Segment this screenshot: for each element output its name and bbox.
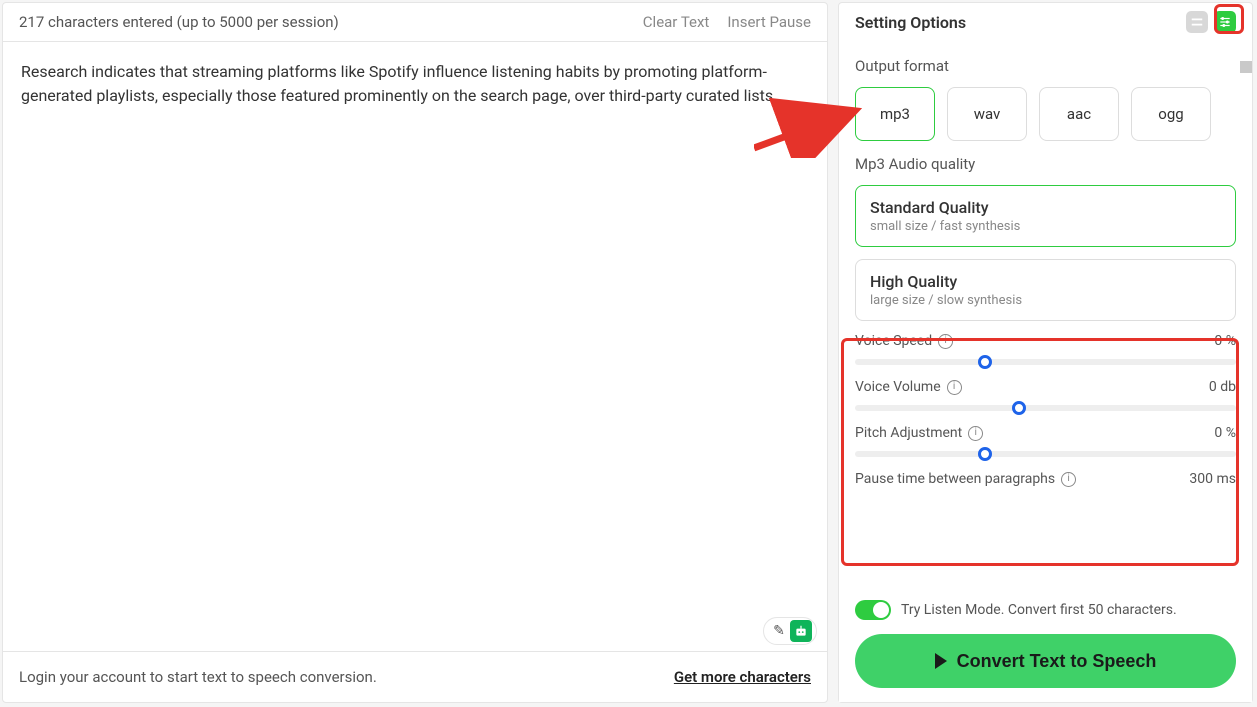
- left-header: 217 characters entered (up to 5000 per s…: [3, 3, 827, 42]
- quality-high-title: High Quality: [870, 272, 1221, 291]
- output-format-label: Output format: [855, 57, 1236, 75]
- convert-button-label: Convert Text to Speech: [957, 651, 1157, 672]
- format-mp3-button[interactable]: mp3: [855, 87, 935, 141]
- pen-icon[interactable]: ✎: [768, 620, 790, 642]
- format-wav-button[interactable]: wav: [947, 87, 1027, 141]
- login-prompt: Login your account to start text to spee…: [19, 668, 377, 686]
- left-footer: Login your account to start text to spee…: [3, 651, 827, 702]
- settings-header: Setting Options: [839, 3, 1252, 43]
- format-options: mp3 wav aac ogg: [855, 87, 1236, 141]
- annotation-highlight-sliders: [841, 338, 1239, 566]
- floating-toolbar: ✎: [763, 617, 817, 645]
- convert-button[interactable]: Convert Text to Speech: [855, 634, 1236, 688]
- format-ogg-button[interactable]: ogg: [1131, 87, 1211, 141]
- clear-text-button[interactable]: Clear Text: [643, 13, 710, 31]
- char-count-label: 217 characters entered (up to 5000 per s…: [19, 13, 339, 31]
- annotation-highlight-icon: [1214, 4, 1244, 34]
- quality-standard-option[interactable]: Standard Quality small size / fast synth…: [855, 185, 1236, 247]
- settings-grey-icon[interactable]: [1186, 11, 1208, 33]
- audio-quality-label: Mp3 Audio quality: [855, 155, 1236, 173]
- quality-standard-sub: small size / fast synthesis: [870, 219, 1221, 234]
- quality-standard-title: Standard Quality: [870, 198, 1221, 217]
- bot-icon[interactable]: [790, 620, 812, 642]
- play-icon: [935, 653, 947, 669]
- quality-high-sub: large size / slow synthesis: [870, 293, 1221, 308]
- format-aac-button[interactable]: aac: [1039, 87, 1119, 141]
- listen-mode-toggle[interactable]: [855, 600, 891, 620]
- bottom-bar: Try Listen Mode. Convert first 50 charac…: [839, 586, 1252, 702]
- text-input-panel: 217 characters entered (up to 5000 per s…: [2, 2, 828, 703]
- get-more-characters-link[interactable]: Get more characters: [674, 668, 811, 686]
- scroll-up-indicator[interactable]: [1240, 61, 1252, 73]
- listen-mode-label: Try Listen Mode. Convert first 50 charac…: [901, 602, 1177, 618]
- insert-pause-button[interactable]: Insert Pause: [727, 13, 811, 31]
- settings-title: Setting Options: [855, 13, 966, 32]
- text-content: Research indicates that streaming platfo…: [21, 62, 777, 105]
- text-content-area[interactable]: Research indicates that streaming platfo…: [3, 42, 827, 651]
- quality-high-option[interactable]: High Quality large size / slow synthesis: [855, 259, 1236, 321]
